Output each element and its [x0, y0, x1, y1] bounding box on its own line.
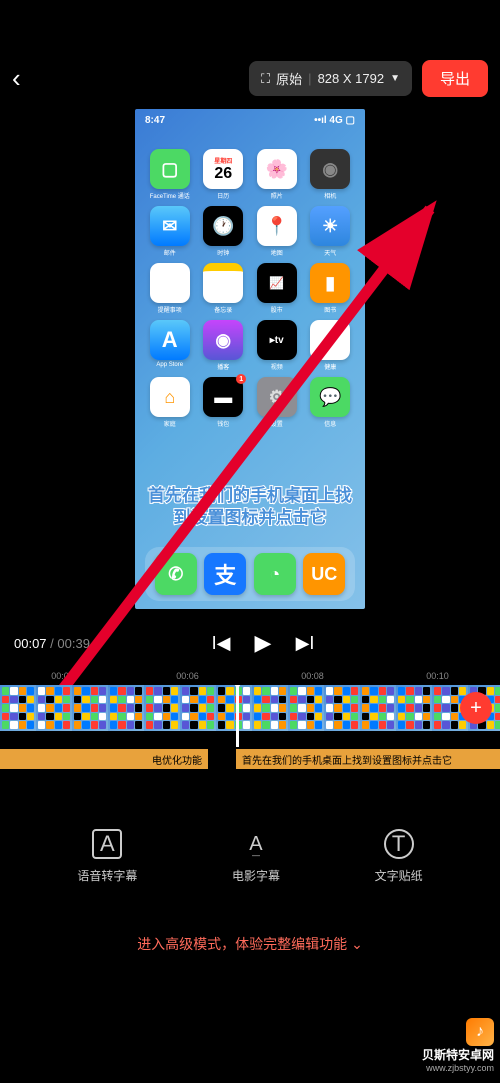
current-time: 00:07	[14, 636, 47, 651]
text-sticker-tool[interactable]: T 文字贴纸	[375, 829, 423, 884]
phone-time: 8:47	[145, 115, 165, 126]
top-bar: ‹ ⛶ 原始 | 828 X 1792 ▼ 导出	[0, 0, 500, 109]
bottom-toolbar: A 语音转字幕 A— 电影字幕 T 文字贴纸	[0, 769, 500, 914]
advanced-mode-link[interactable]: 进入高级模式，体验完整编辑功能 ⌄	[0, 914, 500, 974]
video-preview: 8:47 ••ıl 4G ▢ ▢FaceTime 通话 星期四26日历 🌸照片 …	[0, 109, 500, 619]
add-clip-button[interactable]: +	[460, 692, 492, 724]
movie-subtitle-tool[interactable]: A— 电影字幕	[232, 829, 280, 884]
app-grid: ▢FaceTime 通话 星期四26日历 🌸照片 ◉相机 ✉邮件 🕐时钟 📍地图…	[145, 149, 355, 428]
resolution-selector[interactable]: ⛶ 原始 | 828 X 1792 ▼	[249, 61, 412, 96]
phone-mockup: 8:47 ••ıl 4G ▢ ▢FaceTime 通话 星期四26日历 🌸照片 …	[135, 109, 365, 609]
prev-frame-button[interactable]: I◀	[207, 629, 235, 657]
transport-bar: 00:07 / 00:39 I◀ ▶ ▶I	[0, 619, 500, 667]
total-time: 00:39	[57, 636, 90, 651]
phone-dock: ✆ 支 ◔ UC	[145, 547, 355, 601]
voice-subtitle-tool[interactable]: A 语音转字幕	[77, 829, 137, 884]
preview-subtitle: 首先在我们的手机桌面上找到设置图标并点击它	[135, 485, 365, 529]
subtitle-track[interactable]: 电优化功能 首先在我们的手机桌面上找到设置图标并点击它	[0, 749, 500, 769]
phone-signal: ••ıl 4G ▢	[314, 115, 355, 126]
export-button[interactable]: 导出	[422, 60, 488, 97]
aspect-label: 原始	[276, 69, 302, 88]
next-frame-button[interactable]: ▶I	[291, 629, 319, 657]
subtitle-clip[interactable]: 首先在我们的手机桌面上找到设置图标并点击它	[236, 749, 500, 769]
subtitle-clip[interactable]: 电优化功能	[0, 749, 208, 769]
chevron-down-icon: ⌄	[351, 936, 363, 952]
play-button[interactable]: ▶	[249, 629, 277, 657]
text-a-icon: A	[92, 829, 122, 859]
chevron-down-icon: ▼	[390, 73, 400, 84]
playhead[interactable]	[236, 685, 239, 747]
underline-a-icon: A—	[241, 829, 271, 859]
watermark: ♪ 贝斯特安卓网 www.zjbstyy.com	[422, 1018, 494, 1073]
time-ruler: 00:0400:0600:0800:10	[0, 667, 500, 685]
clip-thumbnails[interactable]	[0, 685, 500, 731]
back-button[interactable]: ‹	[12, 63, 42, 94]
resolution-value: 828 X 1792	[318, 71, 385, 86]
watermark-icon: ♪	[466, 1018, 494, 1046]
timeline[interactable]: +	[0, 685, 500, 747]
aspect-icon: ⛶	[261, 71, 270, 87]
text-t-icon: T	[384, 829, 414, 859]
